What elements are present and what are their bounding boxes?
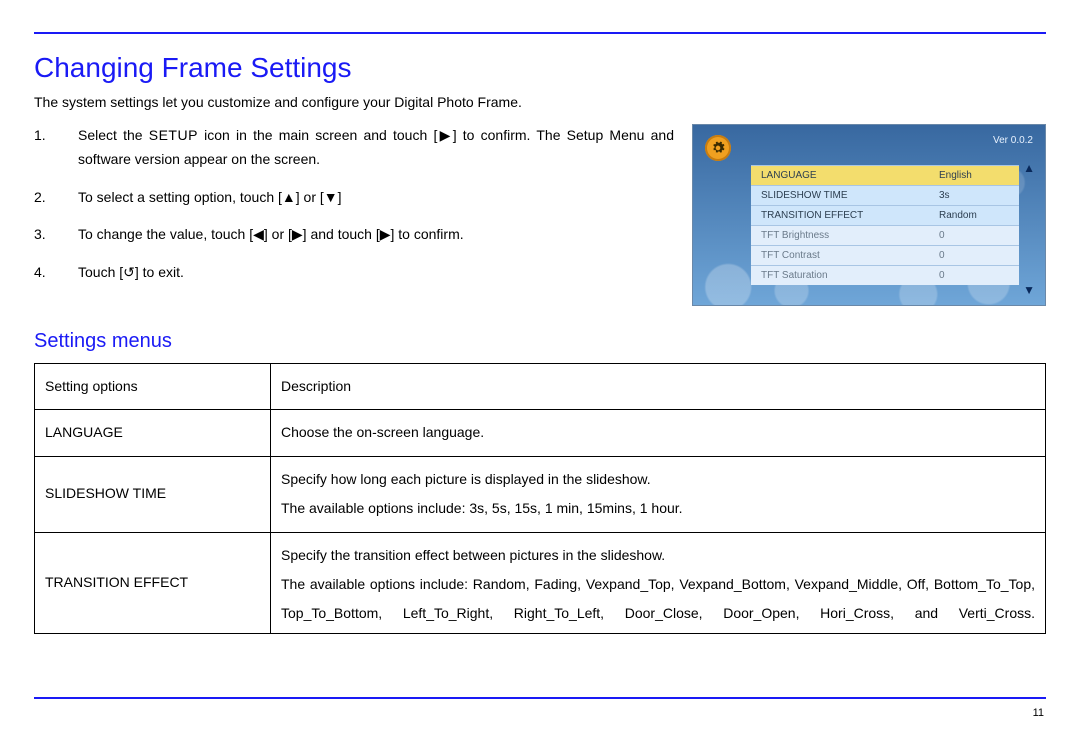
menu-row-language: LANGUAGE English [751,165,1019,185]
menu-row-brightness: TFT Brightness 0 [751,225,1019,245]
menu-row-value: English [939,170,1009,181]
menu-row-contrast: TFT Contrast 0 [751,245,1019,265]
table-opt-slideshow-time: SLIDESHOW TIME [35,456,271,532]
content-row: 1. Select the SETUP icon in the main scr… [34,124,1046,306]
table-head-row: Setting options Description [35,364,1046,410]
table-desc-transition-effect: Specify the transition effect between pi… [271,532,1046,633]
step-1-a: Select the [78,127,149,143]
menu-row-label: TRANSITION EFFECT [761,210,939,221]
step-text: Select the SETUP icon in the main screen… [78,124,674,172]
step-text: To change the value, touch [◀] or [▶] an… [78,223,674,247]
table-row: LANGUAGE Choose the on-screen language. [35,410,1046,456]
section-subtitle: Settings menus [34,330,1046,353]
step-text: Touch [↺] to exit. [78,261,674,285]
manual-page: Changing Frame Settings The system setti… [0,0,1080,743]
step-3: 3. To change the value, touch [◀] or [▶]… [34,223,674,247]
menu-row-label: TFT Contrast [761,250,939,261]
menu-row-label: TFT Saturation [761,270,939,281]
scroll-down-icon: ▼ [1023,283,1035,297]
page-number: 11 [1033,707,1044,719]
menu-row-value: 0 [939,250,1009,261]
table-opt-transition-effect: TRANSITION EFFECT [35,532,271,633]
settings-menu: LANGUAGE English SLIDESHOW TIME 3s TRANS… [751,165,1019,285]
menu-row-value: 3s [939,190,1009,201]
step-4: 4. Touch [↺] to exit. [34,261,674,285]
step-1: 1. Select the SETUP icon in the main scr… [34,124,674,172]
menu-row-label: SLIDESHOW TIME [761,190,939,201]
step-number: 3. [34,223,78,247]
intro-text: The system settings let you customize an… [34,94,1046,110]
step-text: To select a setting option, touch [▲] or… [78,186,674,210]
desc-line: Specify how long each picture is display… [281,465,1035,494]
menu-row-transition-effect: TRANSITION EFFECT Random [751,205,1019,225]
table-opt-language: LANGUAGE [35,410,271,456]
top-rule [34,32,1046,34]
page-title: Changing Frame Settings [34,52,1046,84]
menu-row-value: Random [939,210,1009,221]
table-desc-language: Choose the on-screen language. [271,410,1046,456]
step-2: 2. To select a setting option, touch [▲]… [34,186,674,210]
device-screenshot: Ver 0.0.2 ▲ ▼ LANGUAGE English SLIDESHOW… [692,124,1046,306]
menu-row-saturation: TFT Saturation 0 [751,265,1019,285]
step-number: 4. [34,261,78,285]
setup-word: SETUP [149,127,198,143]
desc-line: The available options include: 3s, 5s, 1… [281,494,1035,523]
step-number: 2. [34,186,78,210]
version-label: Ver 0.0.2 [993,135,1033,146]
menu-row-slideshow-time: SLIDESHOW TIME 3s [751,185,1019,205]
table-desc-slideshow-time: Specify how long each picture is display… [271,456,1046,532]
desc-line: The available options include: Random, F… [281,570,1035,629]
table-row: SLIDESHOW TIME Specify how long each pic… [35,456,1046,532]
desc-line: Specify the transition effect between pi… [281,541,1035,570]
table-head-description: Description [271,364,1046,410]
bottom-rule [34,697,1046,699]
gear-icon [705,135,731,161]
menu-row-label: TFT Brightness [761,230,939,241]
steps-list: 1. Select the SETUP icon in the main scr… [34,124,674,299]
menu-row-value: 0 [939,230,1009,241]
table-row: TRANSITION EFFECT Specify the transition… [35,532,1046,633]
table-head-options: Setting options [35,364,271,410]
settings-table: Setting options Description LANGUAGE Cho… [34,363,1046,634]
menu-row-value: 0 [939,270,1009,281]
step-number: 1. [34,124,78,172]
menu-row-label: LANGUAGE [761,170,939,181]
scroll-up-icon: ▲ [1023,161,1035,175]
